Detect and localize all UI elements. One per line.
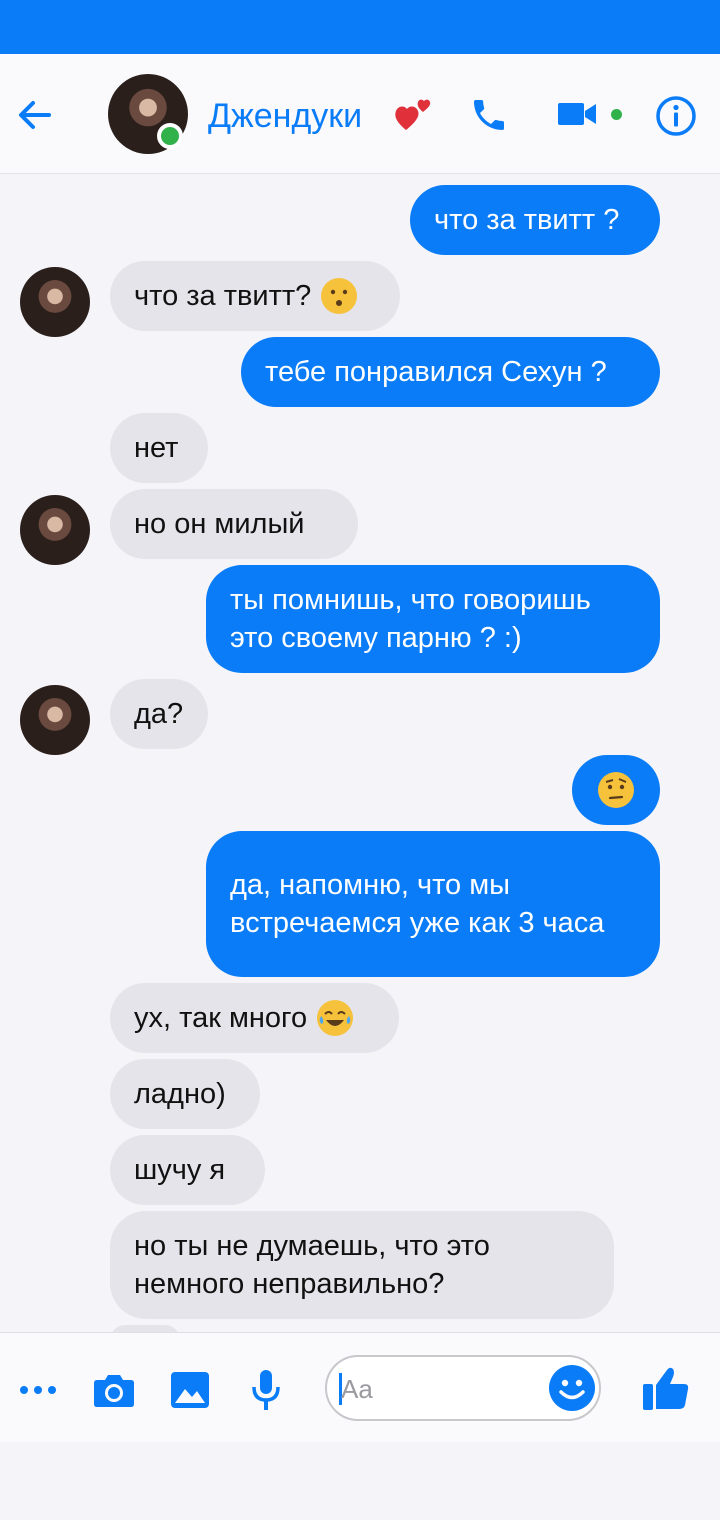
back-button[interactable] [10, 90, 60, 140]
outgoing-message[interactable] [572, 755, 660, 825]
message-text: шучу я [134, 1154, 226, 1186]
outgoing-message[interactable]: что за твитт ? [410, 185, 660, 255]
face-with-raised-eyebrow-icon [598, 772, 634, 808]
incoming-message[interactable]: что за твитт? [110, 261, 400, 331]
image-icon [171, 1372, 209, 1408]
conversation-header: Джендуки [0, 54, 720, 174]
outgoing-message[interactable]: да, напомню, что мы встречаемся уже как … [206, 831, 660, 977]
more-icon [20, 1386, 56, 1394]
phone-icon [474, 100, 504, 130]
incoming-message[interactable]: но он милый [110, 489, 358, 559]
camera-button[interactable] [91, 1367, 137, 1413]
sender-avatar[interactable] [20, 267, 90, 337]
status-bar [0, 0, 720, 54]
outgoing-message[interactable]: ты помнишь, что говоришь это своему парн… [206, 565, 660, 673]
incoming-message-partial[interactable] [110, 1325, 180, 1332]
info-icon [656, 96, 696, 136]
sender-avatar[interactable] [20, 685, 90, 755]
arrow-left-icon [19, 101, 51, 129]
message-text: ух, так много [134, 1002, 308, 1034]
microphone-icon [252, 1370, 280, 1410]
message-text: нет [134, 432, 179, 464]
two-hearts-icon [395, 99, 431, 130]
message-list[interactable]: что за твитт ? что за твитт? тебе понрав… [0, 175, 720, 1332]
gallery-button[interactable] [167, 1367, 213, 1413]
sender-avatar[interactable] [20, 495, 90, 565]
conversation-info-button[interactable] [654, 94, 698, 138]
incoming-message[interactable]: шучу я [110, 1135, 265, 1205]
more-actions-button[interactable] [15, 1367, 61, 1413]
outgoing-message[interactable]: тебе понравился Сехун ? [241, 337, 660, 407]
incoming-message[interactable]: да? [110, 679, 208, 749]
message-text: что за твитт? [134, 280, 312, 312]
contact-name[interactable]: Джендуки [208, 96, 362, 136]
message-composer [0, 1332, 720, 1442]
message-text: что за твитт ? [434, 204, 620, 236]
camera-icon [94, 1375, 134, 1407]
emoji-button[interactable] [549, 1365, 595, 1411]
message-text: да? [134, 698, 184, 730]
incoming-message[interactable]: ладно) [110, 1059, 260, 1129]
like-button[interactable] [641, 1363, 691, 1413]
kissing-face-icon [321, 278, 358, 314]
message-text: тебе понравился Сехун ? [265, 356, 607, 388]
video-active-indicator [611, 109, 622, 120]
message-text: ты помнишь, что говоришь это своему парн… [230, 584, 591, 654]
message-text: но ты не думаешь, что это немного неправ… [134, 1230, 490, 1300]
tears-of-joy-icon [317, 1000, 354, 1036]
online-status-indicator [157, 123, 183, 149]
voice-call-button[interactable] [466, 92, 512, 138]
message-text: но он милый [134, 508, 305, 540]
message-text: ладно) [134, 1078, 226, 1110]
message-text: да, напомню, что мы встречаемся уже как … [230, 869, 605, 939]
message-text-field[interactable] [341, 1371, 541, 1407]
incoming-message[interactable]: нет [110, 413, 208, 483]
thumbs-up-icon [643, 1367, 689, 1410]
incoming-message[interactable]: ух, так много [110, 983, 399, 1053]
video-camera-icon [558, 103, 596, 125]
emoji-icon [559, 1379, 585, 1400]
voice-message-button[interactable] [243, 1367, 289, 1413]
video-call-button[interactable] [556, 96, 598, 132]
incoming-message[interactable]: но ты не думаешь, что это немного неправ… [110, 1211, 614, 1319]
